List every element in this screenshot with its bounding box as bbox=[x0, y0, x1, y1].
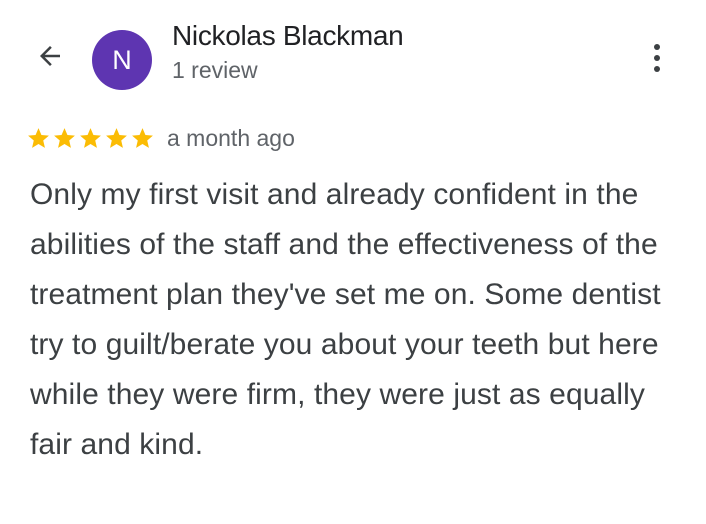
review-count: 1 review bbox=[172, 57, 258, 83]
review-header: N Nickolas Blackman 1 review bbox=[0, 0, 706, 110]
avatar[interactable]: N bbox=[92, 30, 152, 90]
star-icon bbox=[106, 127, 127, 148]
reviewer-name[interactable]: Nickolas Blackman bbox=[172, 20, 404, 52]
star-icon bbox=[132, 127, 153, 148]
star-rating bbox=[26, 126, 155, 151]
star-icon bbox=[28, 127, 49, 148]
review-time: a month ago bbox=[167, 124, 295, 151]
arrow-back-icon bbox=[40, 46, 60, 66]
star-icon bbox=[80, 127, 101, 148]
more-vert-icon-dot bbox=[654, 44, 660, 50]
rating-row: a month ago bbox=[26, 121, 295, 155]
back-button[interactable] bbox=[30, 36, 70, 76]
star-icon bbox=[54, 127, 75, 148]
more-vert-icon-dot bbox=[654, 55, 660, 61]
more-vert-icon-dot bbox=[654, 66, 660, 72]
review-text: Only my first visit and already confiden… bbox=[30, 178, 661, 461]
more-options-button[interactable] bbox=[640, 36, 674, 80]
avatar-initial: N bbox=[112, 44, 132, 75]
